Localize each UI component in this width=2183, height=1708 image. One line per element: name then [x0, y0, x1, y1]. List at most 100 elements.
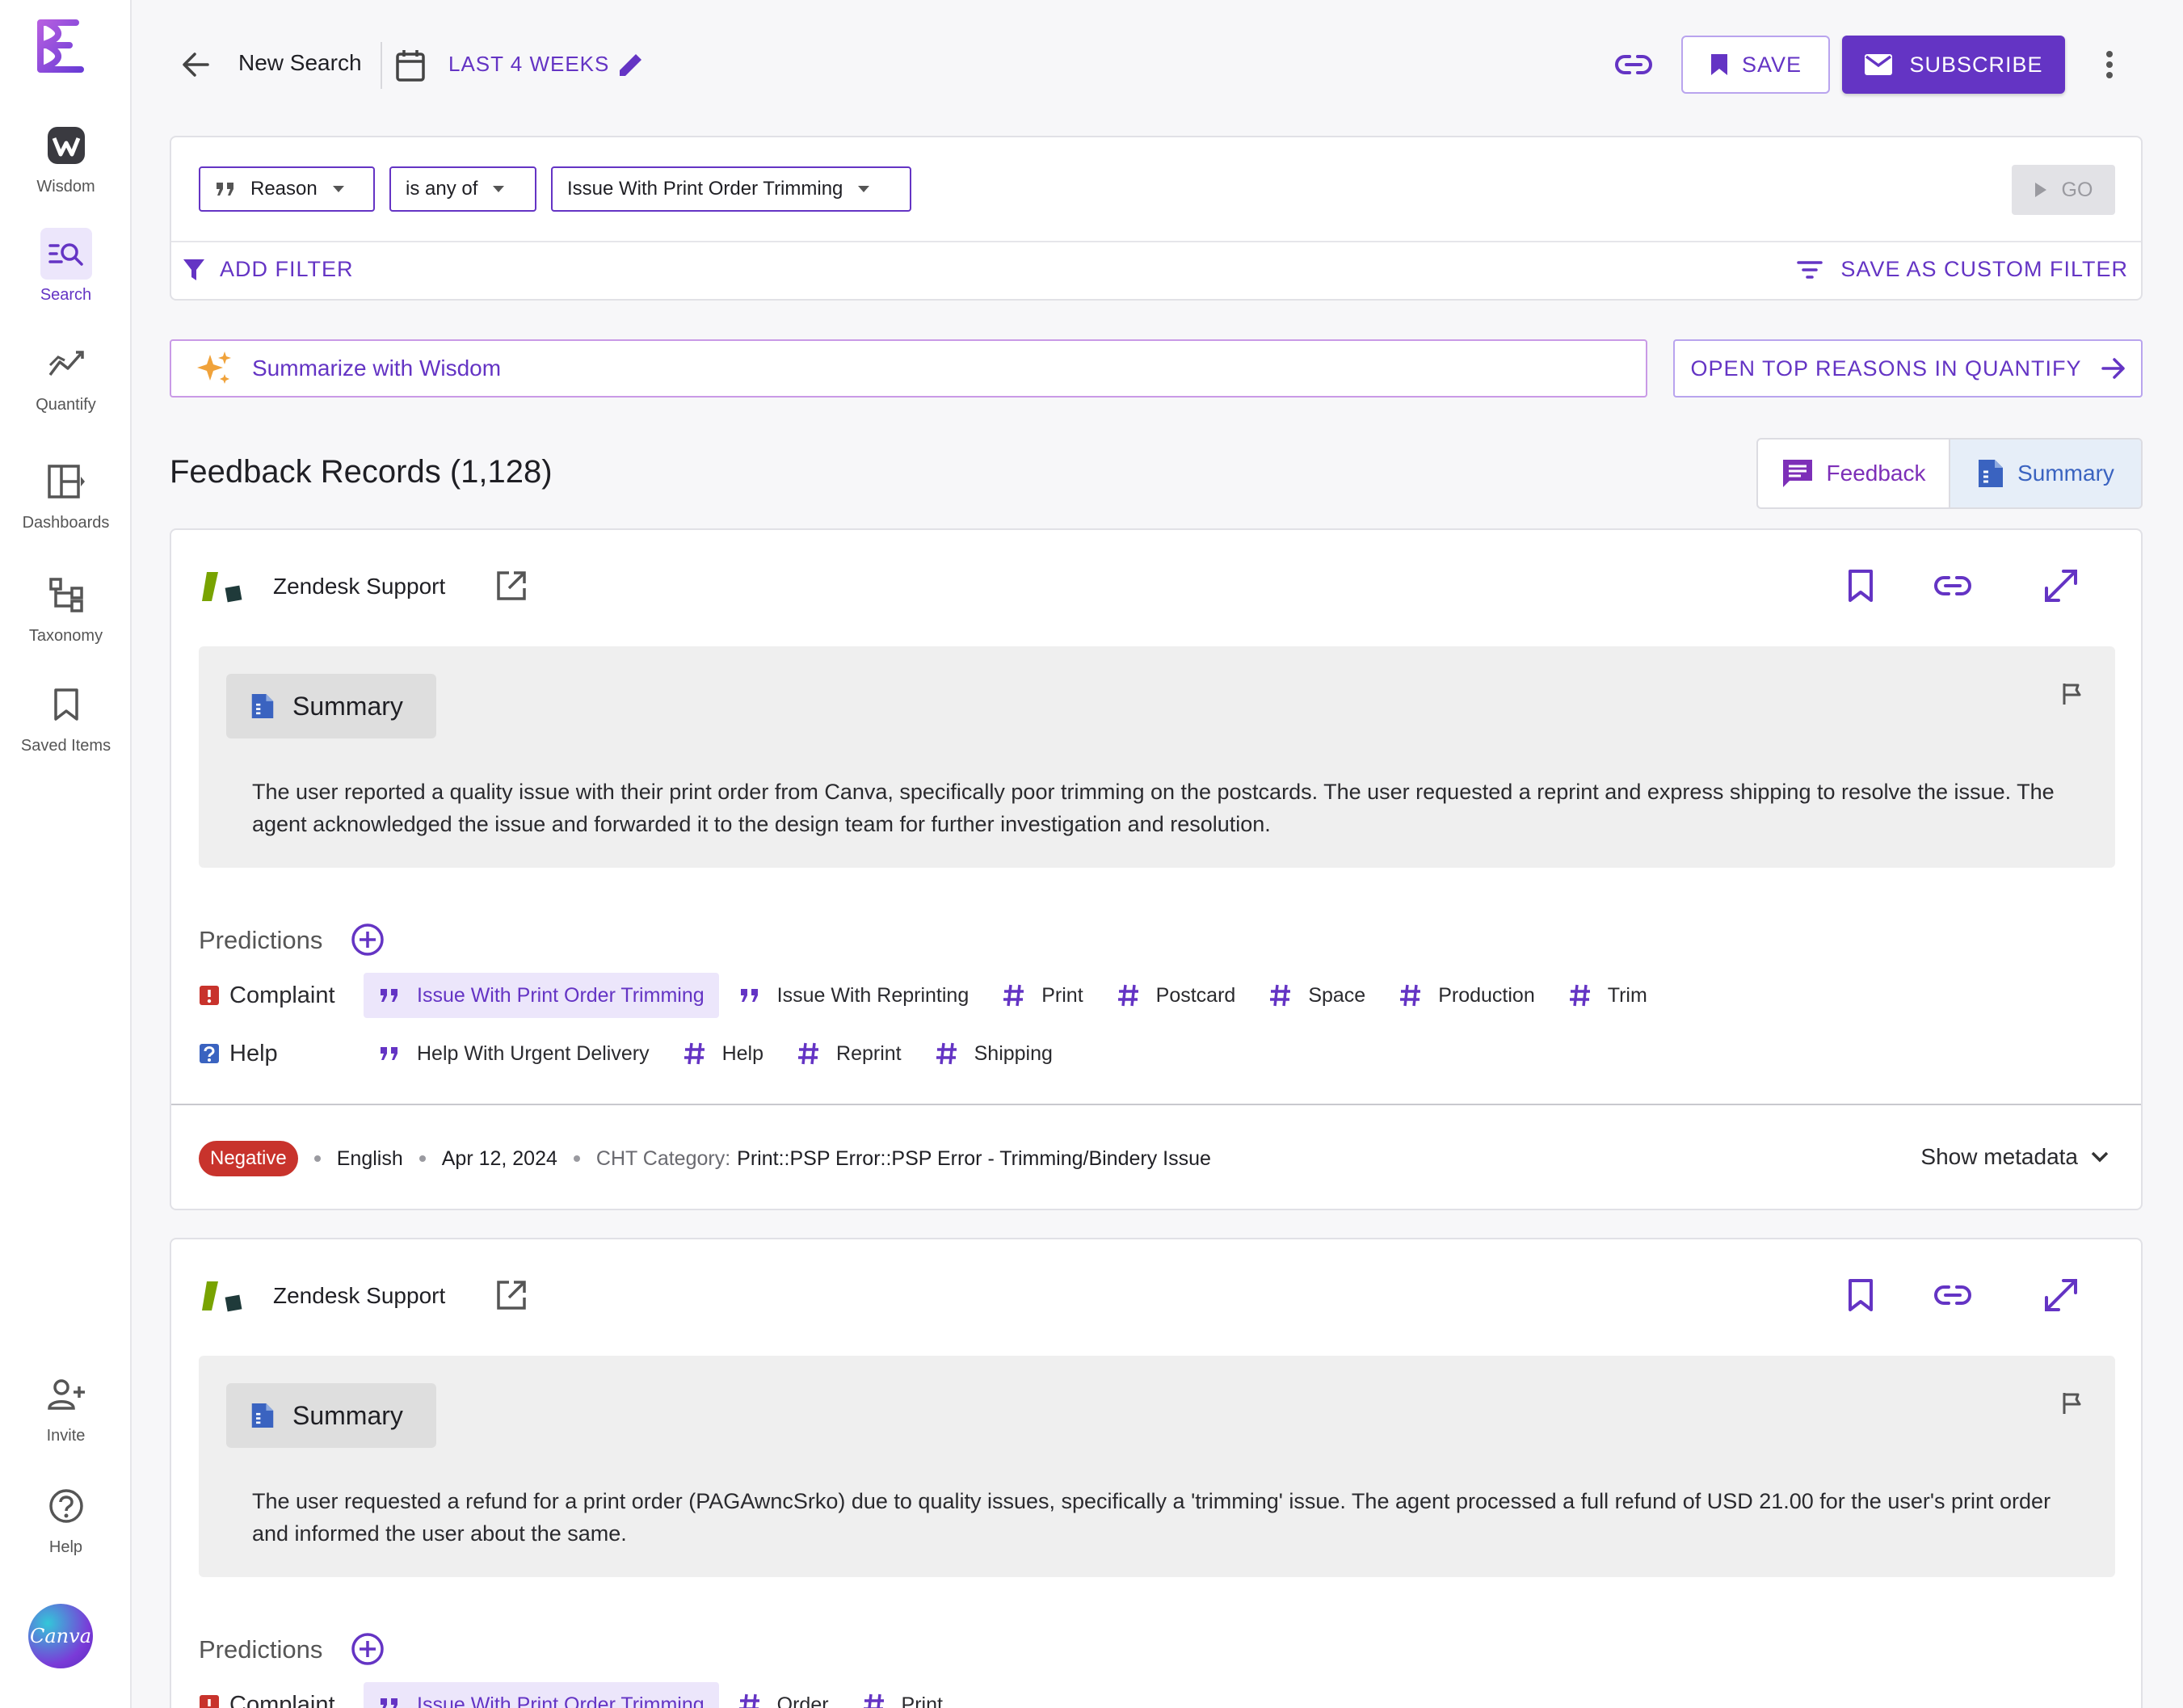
- calendar-icon[interactable]: [395, 48, 426, 82]
- nav-dashboards[interactable]: Dashboards: [0, 456, 132, 532]
- nav-saved-items[interactable]: Saved Items: [0, 679, 132, 755]
- page-title: New Search: [238, 50, 362, 75]
- nav-quantify[interactable]: Quantify: [0, 338, 132, 414]
- flag-icon[interactable]: [2060, 1391, 2084, 1416]
- quote-icon: [381, 989, 397, 1002]
- keyword-tag[interactable]: Space: [1255, 973, 1380, 1018]
- show-metadata-label: Show metadata: [1920, 1144, 2078, 1169]
- save-button-label: SAVE: [1741, 52, 1802, 77]
- keyword-tag[interactable]: Help: [669, 1031, 778, 1076]
- reason-tag[interactable]: Issue With Print Order Trimming: [364, 1682, 719, 1708]
- show-metadata-button[interactable]: Show metadata: [1920, 1144, 2109, 1170]
- comment-icon: [1782, 460, 1812, 487]
- open-top-reasons-button[interactable]: OPEN TOP REASONS IN QUANTIFY: [1673, 339, 2143, 398]
- filter-field-select[interactable]: Reason: [199, 166, 375, 212]
- hashtag-icon: [798, 1042, 819, 1065]
- copy-link-icon[interactable]: [1934, 1281, 1971, 1309]
- quote-icon: [381, 1047, 397, 1060]
- summary-pill: Summary: [226, 1383, 436, 1448]
- flag-icon[interactable]: [2060, 682, 2084, 706]
- go-button[interactable]: GO: [2012, 165, 2115, 215]
- save-button[interactable]: SAVE: [1681, 36, 1830, 94]
- expand-icon[interactable]: [2044, 569, 2078, 603]
- go-button-label: GO: [2061, 178, 2093, 201]
- help-icon: [40, 1480, 92, 1532]
- date-range-button[interactable]: LAST 4 WEEKS: [448, 52, 609, 77]
- reason-tag[interactable]: Help With Urgent Delivery: [364, 1031, 664, 1076]
- nav-label: Wisdom: [36, 178, 95, 196]
- bookmark-icon: [1710, 54, 1727, 75]
- more-vertical-icon[interactable]: [2101, 50, 2118, 79]
- external-link-icon[interactable]: [494, 569, 528, 603]
- subscribe-button[interactable]: SUBSCRIBE: [1842, 36, 2065, 94]
- subscribe-button-label: SUBSCRIBE: [1909, 52, 2043, 77]
- category-field-label: CHT Category:: [595, 1146, 731, 1170]
- quote-icon: [381, 1698, 397, 1708]
- toggle-feedback[interactable]: Feedback: [1758, 440, 1949, 507]
- nav-search[interactable]: Search: [0, 228, 132, 305]
- keyword-tag[interactable]: Production: [1385, 973, 1550, 1018]
- workspace-logo[interactable]: Canva: [28, 1604, 93, 1668]
- reason-tag[interactable]: Issue With Reprinting: [724, 973, 984, 1018]
- reason-tag-label: Issue With Print Order Trimming: [417, 1693, 705, 1708]
- keyword-tag[interactable]: Postcard: [1103, 973, 1251, 1018]
- filter-value-select[interactable]: Issue With Print Order Trimming: [551, 166, 911, 212]
- copy-link-icon[interactable]: [1934, 572, 1971, 599]
- back-arrow-icon[interactable]: [180, 48, 212, 81]
- reason-tag-label: Help With Urgent Delivery: [417, 1041, 650, 1065]
- edit-pencil-icon[interactable]: [616, 50, 646, 79]
- toggle-summary[interactable]: Summary: [1949, 440, 2141, 507]
- nav-taxonomy[interactable]: Taxonomy: [0, 569, 132, 646]
- add-prediction-icon[interactable]: [351, 1632, 385, 1666]
- play-icon: [2034, 183, 2046, 197]
- search-list-icon: [40, 228, 92, 280]
- hashtag-icon: [1003, 984, 1024, 1007]
- hashtag-icon: [936, 1042, 957, 1065]
- filter-operator-value: is any of: [406, 178, 478, 200]
- record-date: Apr 12, 2024: [441, 1146, 557, 1170]
- prediction-category: Help: [199, 1041, 364, 1067]
- nav-label: Search: [40, 286, 92, 304]
- keyword-tag[interactable]: Reprint: [783, 1031, 916, 1076]
- chevron-down-icon: [2091, 1151, 2109, 1163]
- keyword-tag[interactable]: Print: [848, 1682, 957, 1708]
- nav-help[interactable]: Help: [0, 1480, 132, 1557]
- toggle-feedback-label: Feedback: [1826, 461, 1926, 486]
- keyword-tag[interactable]: Order: [724, 1682, 843, 1708]
- keyword-tag-label: Order: [776, 1693, 829, 1708]
- language: English: [336, 1146, 403, 1170]
- summary-box: Summary The user reported a quality issu…: [199, 646, 2115, 868]
- feedback-card: Zendesk Support Summary The user reporte…: [170, 528, 2143, 1210]
- copy-link-icon[interactable]: [1615, 50, 1652, 79]
- open-top-reasons-label: OPEN TOP REASONS IN QUANTIFY: [1690, 355, 2082, 381]
- bookmark-icon[interactable]: [1847, 569, 1874, 603]
- keyword-tag[interactable]: Shipping: [921, 1031, 1067, 1076]
- complaint-icon: [200, 1695, 219, 1708]
- reason-tag[interactable]: Issue With Print Order Trimming: [364, 973, 719, 1018]
- divider: [171, 1104, 2141, 1105]
- bookmark-icon[interactable]: [1847, 1278, 1874, 1312]
- add-prediction-icon[interactable]: [351, 923, 385, 957]
- nav-label: Dashboards: [22, 514, 110, 532]
- arrow-right-icon: [2101, 358, 2125, 379]
- sentiment-badge: Negative: [199, 1141, 298, 1176]
- expand-icon[interactable]: [2044, 1278, 2078, 1312]
- nav-wisdom[interactable]: Wisdom: [0, 120, 132, 196]
- quote-icon: [217, 183, 233, 196]
- prediction-row: Help Help With Urgent Delivery Help Repr…: [199, 1031, 1072, 1076]
- summarize-with-wisdom-button[interactable]: Summarize with Wisdom: [170, 339, 1647, 398]
- keyword-tag-label: Postcard: [1155, 983, 1236, 1007]
- keyword-tag-label: Production: [1438, 983, 1535, 1007]
- hashtag-icon: [1400, 984, 1421, 1007]
- keyword-tag[interactable]: Print: [988, 973, 1097, 1018]
- keyword-tag-label: Print: [901, 1693, 943, 1708]
- app-logo-icon[interactable]: [31, 18, 90, 74]
- external-link-icon[interactable]: [494, 1278, 528, 1312]
- save-custom-filter-button[interactable]: SAVE AS CUSTOM FILTER: [1797, 257, 2128, 282]
- predictions-label: Predictions: [199, 1635, 323, 1664]
- nav-invite[interactable]: Invite: [0, 1369, 132, 1445]
- add-filter-button[interactable]: ADD FILTER: [183, 257, 354, 282]
- filter-operator-select[interactable]: is any of: [389, 166, 536, 212]
- keyword-tag[interactable]: Trim: [1554, 973, 1662, 1018]
- keyword-tag-label: Space: [1308, 983, 1366, 1007]
